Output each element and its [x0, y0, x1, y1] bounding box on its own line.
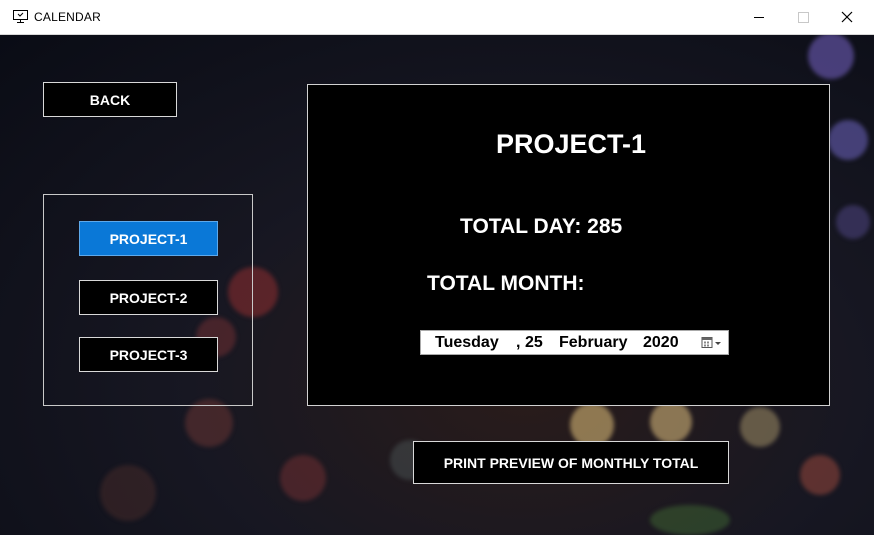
- maximize-icon: [797, 11, 809, 23]
- date-weekday: Tuesday: [435, 334, 499, 351]
- bokeh-light: [800, 455, 840, 495]
- panel-title: PROJECT-1: [496, 129, 647, 159]
- bokeh-light: [836, 205, 870, 239]
- calendar-dropdown-icon[interactable]: [701, 336, 723, 350]
- project-3-button[interactable]: PROJECT-3: [79, 337, 218, 372]
- project-1-button[interactable]: PROJECT-1: [79, 221, 218, 256]
- bokeh-light: [650, 401, 692, 443]
- window-title: CALENDAR: [34, 10, 101, 24]
- date-day: 25: [525, 334, 543, 351]
- total-month-label: TOTAL MONTH:: [427, 272, 585, 295]
- calendar-window: CALENDAR BACK PROJECT-1 PROJECT-2 PROJEC…: [0, 0, 874, 535]
- bokeh-light: [185, 399, 233, 447]
- minimize-button[interactable]: [736, 0, 782, 34]
- title-bar: CALENDAR: [0, 0, 874, 35]
- maximize-button[interactable]: [780, 0, 826, 34]
- project-list-group: PROJECT-1 PROJECT-2 PROJECT-3: [43, 194, 253, 406]
- bokeh-light: [808, 35, 854, 79]
- date-year: 2020: [643, 334, 679, 351]
- close-button[interactable]: [824, 0, 870, 34]
- date-month: February: [559, 334, 628, 351]
- total-day-label: TOTAL DAY: 285: [460, 215, 623, 238]
- minimize-icon: [754, 16, 764, 18]
- monitor-icon: [13, 10, 28, 23]
- project-2-button[interactable]: PROJECT-2: [79, 280, 218, 315]
- date-separator: ,: [516, 334, 521, 351]
- bokeh-light: [828, 120, 868, 160]
- bokeh-light: [740, 407, 780, 447]
- bokeh-light: [280, 455, 326, 501]
- back-button[interactable]: BACK: [43, 82, 177, 117]
- print-preview-button[interactable]: PRINT PREVIEW OF MONTHLY TOTAL: [413, 441, 729, 484]
- client-area: BACK PROJECT-1 PROJECT-2 PROJECT-3 PROJE…: [0, 35, 874, 535]
- project-detail-panel: PROJECT-1 TOTAL DAY: 285 TOTAL MONTH: Tu…: [307, 84, 830, 406]
- date-picker[interactable]: Tuesday , 25 February 2020: [420, 330, 729, 355]
- bokeh-light: [650, 505, 730, 535]
- close-icon: [841, 11, 853, 23]
- bokeh-light: [100, 465, 156, 521]
